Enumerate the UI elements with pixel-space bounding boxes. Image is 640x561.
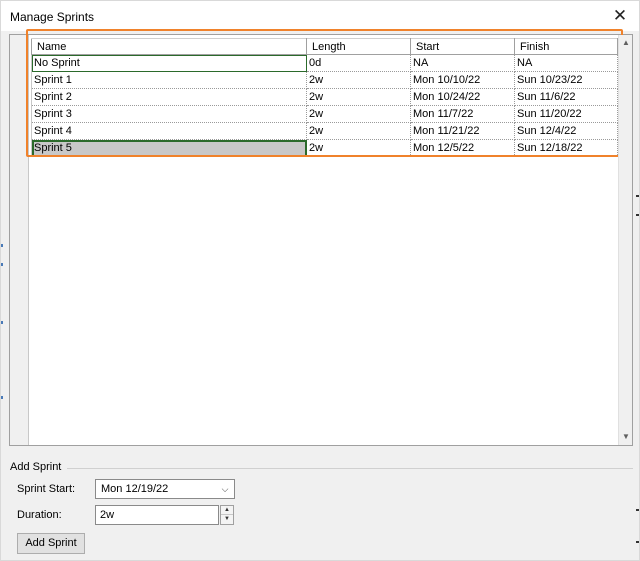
edge-mark — [1, 244, 3, 247]
cell-length[interactable]: 2w — [306, 105, 411, 123]
sprints-table: Name Length Start Finish No Sprint 0d NA… — [31, 38, 618, 157]
edge-mark — [1, 263, 3, 266]
edge-mark — [1, 396, 3, 399]
chevron-down-icon[interactable]: ⌵ — [219, 480, 231, 498]
row-header-column — [10, 35, 29, 445]
dialog-title: Manage Sprints — [10, 10, 95, 24]
edge-mark — [636, 214, 639, 216]
sprint-start-value: Mon 12/19/22 — [101, 483, 169, 495]
sprint-start-label: Sprint Start: — [17, 483, 76, 495]
table-row[interactable]: Sprint 1 2w Mon 10/10/22 Sun 10/23/22 — [31, 71, 618, 89]
cell-finish[interactable]: Sun 12/18/22 — [514, 139, 618, 157]
column-header-finish[interactable]: Finish — [514, 38, 618, 55]
column-header-start[interactable]: Start — [410, 38, 515, 55]
add-sprint-group-label: Add Sprint — [10, 461, 62, 473]
scroll-down-arrow-icon[interactable]: ▼ — [619, 430, 633, 444]
duration-input[interactable]: 2w — [95, 505, 219, 525]
column-header-length[interactable]: Length — [306, 38, 411, 55]
table-row[interactable]: Sprint 2 2w Mon 10/24/22 Sun 11/6/22 — [31, 88, 618, 106]
scroll-up-arrow-icon[interactable]: ▲ — [619, 36, 633, 50]
cell-length[interactable]: 2w — [306, 122, 411, 140]
table-row[interactable]: Sprint 3 2w Mon 11/7/22 Sun 11/20/22 — [31, 105, 618, 123]
cell-length[interactable]: 2w — [306, 88, 411, 106]
cell-name-selected[interactable]: Sprint 5 — [31, 139, 307, 157]
duration-spinner[interactable]: ▲ ▼ — [220, 505, 234, 525]
cell-finish[interactable]: NA — [514, 54, 618, 72]
close-icon[interactable]: ✕ — [609, 5, 631, 27]
cell-name[interactable]: Sprint 1 — [31, 71, 307, 89]
edge-mark — [1, 321, 3, 324]
sprints-grid[interactable]: Name Length Start Finish No Sprint 0d NA… — [9, 29, 633, 446]
table-row-selected[interactable]: Sprint 5 2w Mon 12/5/22 Sun 12/18/22 — [31, 139, 618, 157]
duration-label: Duration: — [17, 509, 62, 521]
cell-finish[interactable]: Sun 10/23/22 — [514, 71, 618, 89]
cell-name[interactable]: Sprint 4 — [31, 122, 307, 140]
cell-length[interactable]: 2w — [306, 139, 411, 157]
table-header-row: Name Length Start Finish — [31, 38, 618, 55]
triangle-down-icon[interactable]: ▼ — [221, 515, 233, 524]
column-header-name[interactable]: Name — [31, 38, 307, 55]
duration-value: 2w — [100, 509, 115, 521]
cell-name[interactable]: Sprint 2 — [31, 88, 307, 106]
cell-name[interactable]: No Sprint — [31, 54, 307, 72]
edge-mark — [636, 195, 639, 197]
cell-finish[interactable]: Sun 11/20/22 — [514, 105, 618, 123]
title-bar: Manage Sprints ✕ — [1, 1, 639, 31]
cell-start[interactable]: Mon 12/5/22 — [410, 139, 515, 157]
cell-length[interactable]: 0d — [306, 54, 411, 72]
cell-start[interactable]: Mon 10/10/22 — [410, 71, 515, 89]
edge-mark — [636, 509, 639, 511]
cell-length[interactable]: 2w — [306, 71, 411, 89]
cell-finish[interactable]: Sun 12/4/22 — [514, 122, 618, 140]
table-row[interactable]: No Sprint 0d NA NA — [31, 54, 618, 72]
cell-start[interactable]: Mon 11/7/22 — [410, 105, 515, 123]
triangle-up-icon[interactable]: ▲ — [221, 506, 233, 515]
cell-name[interactable]: Sprint 3 — [31, 105, 307, 123]
cell-start[interactable]: Mon 10/24/22 — [410, 88, 515, 106]
add-sprint-button[interactable]: Add Sprint — [17, 533, 85, 554]
vertical-scrollbar[interactable]: ▲ ▼ — [618, 35, 632, 445]
cell-start[interactable]: Mon 11/21/22 — [410, 122, 515, 140]
table-row[interactable]: Sprint 4 2w Mon 11/21/22 Sun 12/4/22 — [31, 122, 618, 140]
manage-sprints-dialog: Manage Sprints ✕ Name Length Start Finis… — [0, 0, 640, 561]
group-divider — [67, 468, 633, 469]
cell-start[interactable]: NA — [410, 54, 515, 72]
edge-mark — [636, 541, 639, 543]
sprint-start-dropdown[interactable]: Mon 12/19/22 ⌵ — [95, 479, 235, 499]
cell-finish[interactable]: Sun 11/6/22 — [514, 88, 618, 106]
